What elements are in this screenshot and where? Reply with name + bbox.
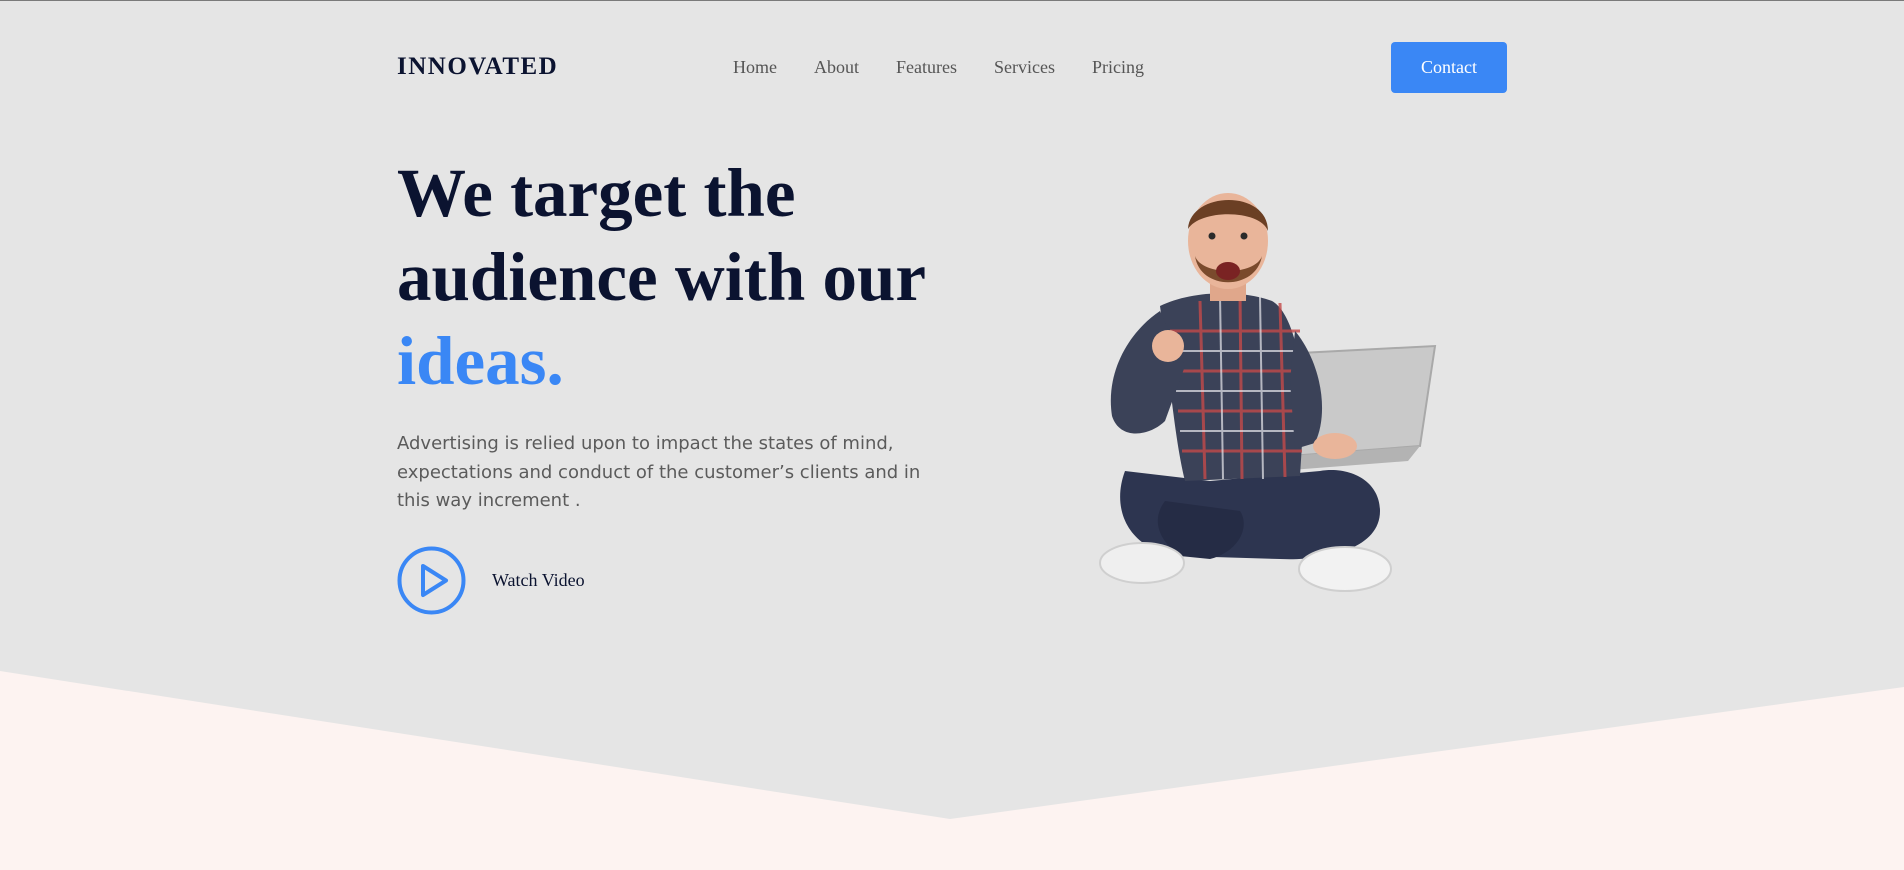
play-icon[interactable] bbox=[397, 546, 466, 615]
hero-description: Advertising is relied upon to impact the… bbox=[397, 433, 921, 511]
nav-link-home[interactable]: Home bbox=[733, 55, 777, 79]
hero-heading: We target the audience with our ideas. bbox=[397, 151, 1037, 403]
person-with-laptop-illustration bbox=[1099, 193, 1437, 592]
nav-link-about[interactable]: About bbox=[814, 55, 859, 79]
hero-heading-line-2: audience with our bbox=[397, 239, 927, 315]
nav-link-services[interactable]: Services bbox=[994, 55, 1055, 79]
brand-logo[interactable]: INNOVATED bbox=[397, 51, 558, 83]
top-navigation: INNOVATED Home About Features Services P… bbox=[0, 1, 1904, 133]
contact-button[interactable]: Contact bbox=[1391, 42, 1507, 93]
hero-heading-accent: ideas. bbox=[397, 323, 564, 399]
nav-link-features[interactable]: Features bbox=[896, 55, 957, 79]
watch-video-button[interactable]: Watch Video bbox=[397, 546, 585, 615]
main-menu: Home About Features Services Pricing bbox=[733, 55, 1144, 79]
nav-link-pricing[interactable]: Pricing bbox=[1092, 55, 1144, 79]
hero-heading-line-1: We target the bbox=[397, 155, 796, 231]
watch-video-label[interactable]: Watch Video bbox=[492, 570, 585, 591]
